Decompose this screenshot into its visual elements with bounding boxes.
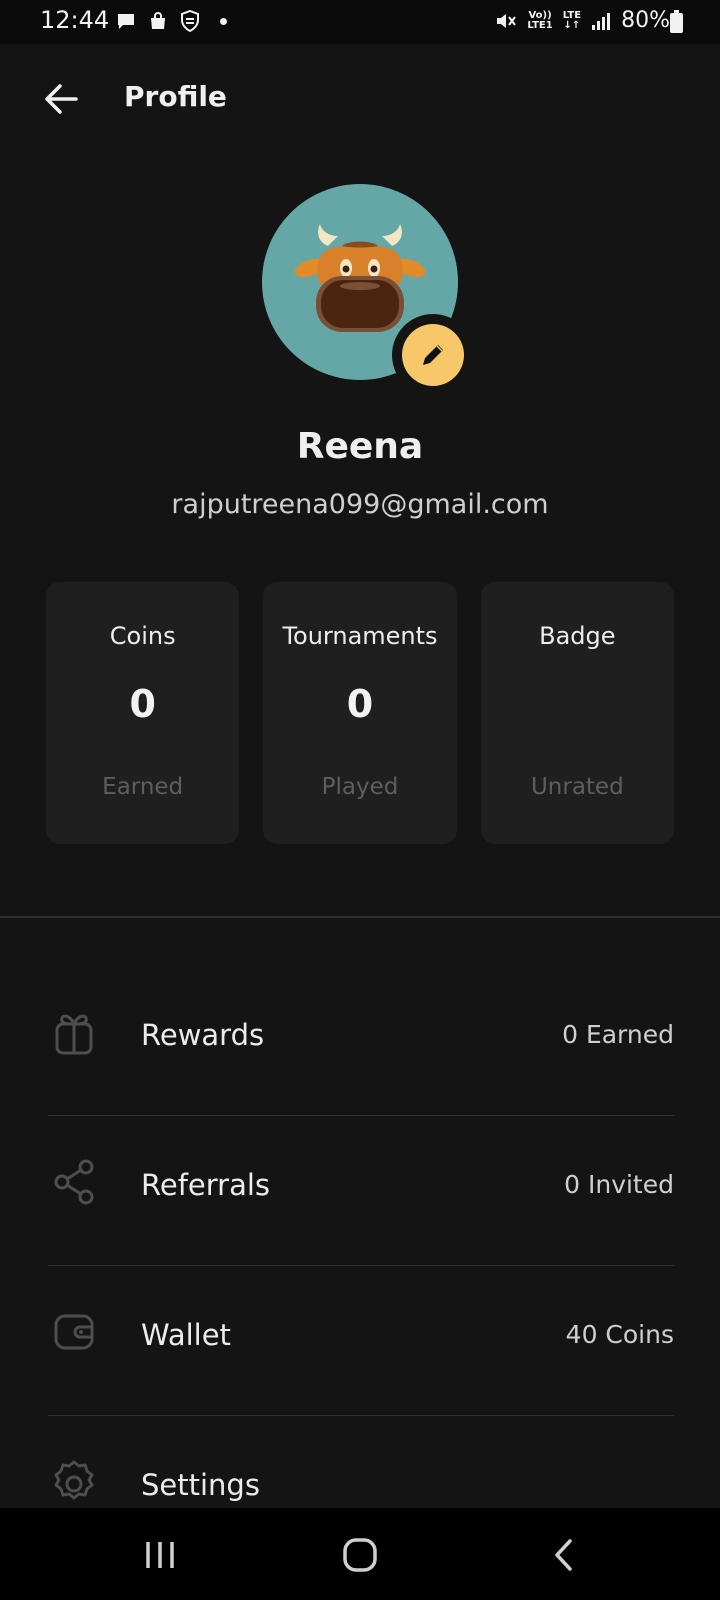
home-button[interactable]: [330, 1532, 390, 1578]
battery-icon: [670, 10, 683, 33]
app-header: Profile: [0, 64, 720, 134]
stat-label: Tournaments: [282, 622, 438, 650]
menu-label: Settings: [141, 1468, 260, 1502]
system-navigation-bar: [0, 1508, 720, 1600]
more-notifications-dot: [220, 17, 227, 25]
profile-screen: 12:44 Vo)) LTE1 LTE ↓↑ 80% Profile Reena…: [0, 0, 720, 1600]
stat-label: Coins: [109, 622, 176, 650]
stat-label: Badge: [539, 622, 616, 650]
stat-sub: Earned: [102, 774, 184, 800]
share-icon: [54, 1159, 94, 1205]
stat-value: 0: [129, 682, 156, 726]
menu-item-rewards[interactable]: Rewards 0 Earned: [48, 966, 674, 1116]
edit-button-face: [402, 324, 464, 386]
back-button[interactable]: [534, 1532, 594, 1578]
data-arrows-icon: ↓↑: [563, 19, 581, 31]
network-type-text: LTE: [562, 9, 582, 21]
menu-item-referrals[interactable]: Referrals 0 Invited: [48, 1116, 674, 1266]
menu-label: Wallet: [141, 1318, 231, 1352]
wallet-icon: [54, 1314, 94, 1350]
home-icon: [343, 1538, 377, 1572]
battery-percent: 80%: [621, 8, 670, 33]
gear-icon: [54, 1460, 94, 1500]
status-time: 12:44: [40, 6, 110, 34]
page-title: Profile: [124, 80, 227, 113]
notification-icons: [116, 10, 227, 32]
menu-item-wallet[interactable]: Wallet 40 Coins: [48, 1266, 674, 1416]
volte-indicator: Vo)) LTE1: [527, 9, 553, 31]
volte-top-text: Vo)): [528, 9, 552, 21]
arrow-left-icon[interactable]: [40, 78, 82, 120]
chevron-left-icon: [555, 1539, 572, 1571]
stats-row: Coins 0 Earned Tournaments 0 Played Badg…: [46, 582, 674, 844]
menu-label: Rewards: [141, 1018, 265, 1052]
user-name: Reena: [296, 426, 424, 467]
shield-icon: [181, 10, 199, 32]
profile-menu: Rewards 0 Earned Referrals 0 Invited Wal…: [48, 966, 674, 1566]
stat-sub: Played: [321, 774, 399, 800]
user-email: rajputreena099@gmail.com: [171, 489, 549, 520]
shopping-bag-icon: [151, 12, 165, 29]
section-divider: [0, 916, 720, 918]
network-type: LTE ↓↑: [562, 9, 582, 31]
signal-icon: [592, 12, 611, 30]
tournaments-card: Tournaments 0 Played: [263, 582, 457, 844]
system-status-icons: Vo)) LTE1 LTE ↓↑ 80%: [495, 8, 670, 33]
status-bar: 12:44 Vo)) LTE1 LTE ↓↑ 80%: [0, 0, 720, 44]
badge-card: Badge Unrated: [480, 582, 674, 844]
volte-bottom-text: LTE1: [527, 19, 553, 31]
menu-value: 0 Earned: [562, 1020, 674, 1049]
stat-sub: Unrated: [530, 774, 624, 800]
gift-icon: [55, 1014, 93, 1055]
stat-value: 0: [346, 682, 374, 726]
menu-value: 0 Invited: [564, 1170, 674, 1199]
pencil-icon: [423, 345, 443, 365]
edit-avatar-button[interactable]: [392, 314, 474, 396]
mute-icon: [497, 13, 517, 28]
chat-notification-icon: [118, 14, 134, 29]
coins-card: Coins 0 Earned: [46, 582, 240, 844]
recent-apps-button[interactable]: [130, 1532, 190, 1578]
menu-value: 40 Coins: [565, 1320, 674, 1349]
recent-apps-icon: [146, 1542, 174, 1568]
menu-label: Referrals: [141, 1168, 271, 1202]
